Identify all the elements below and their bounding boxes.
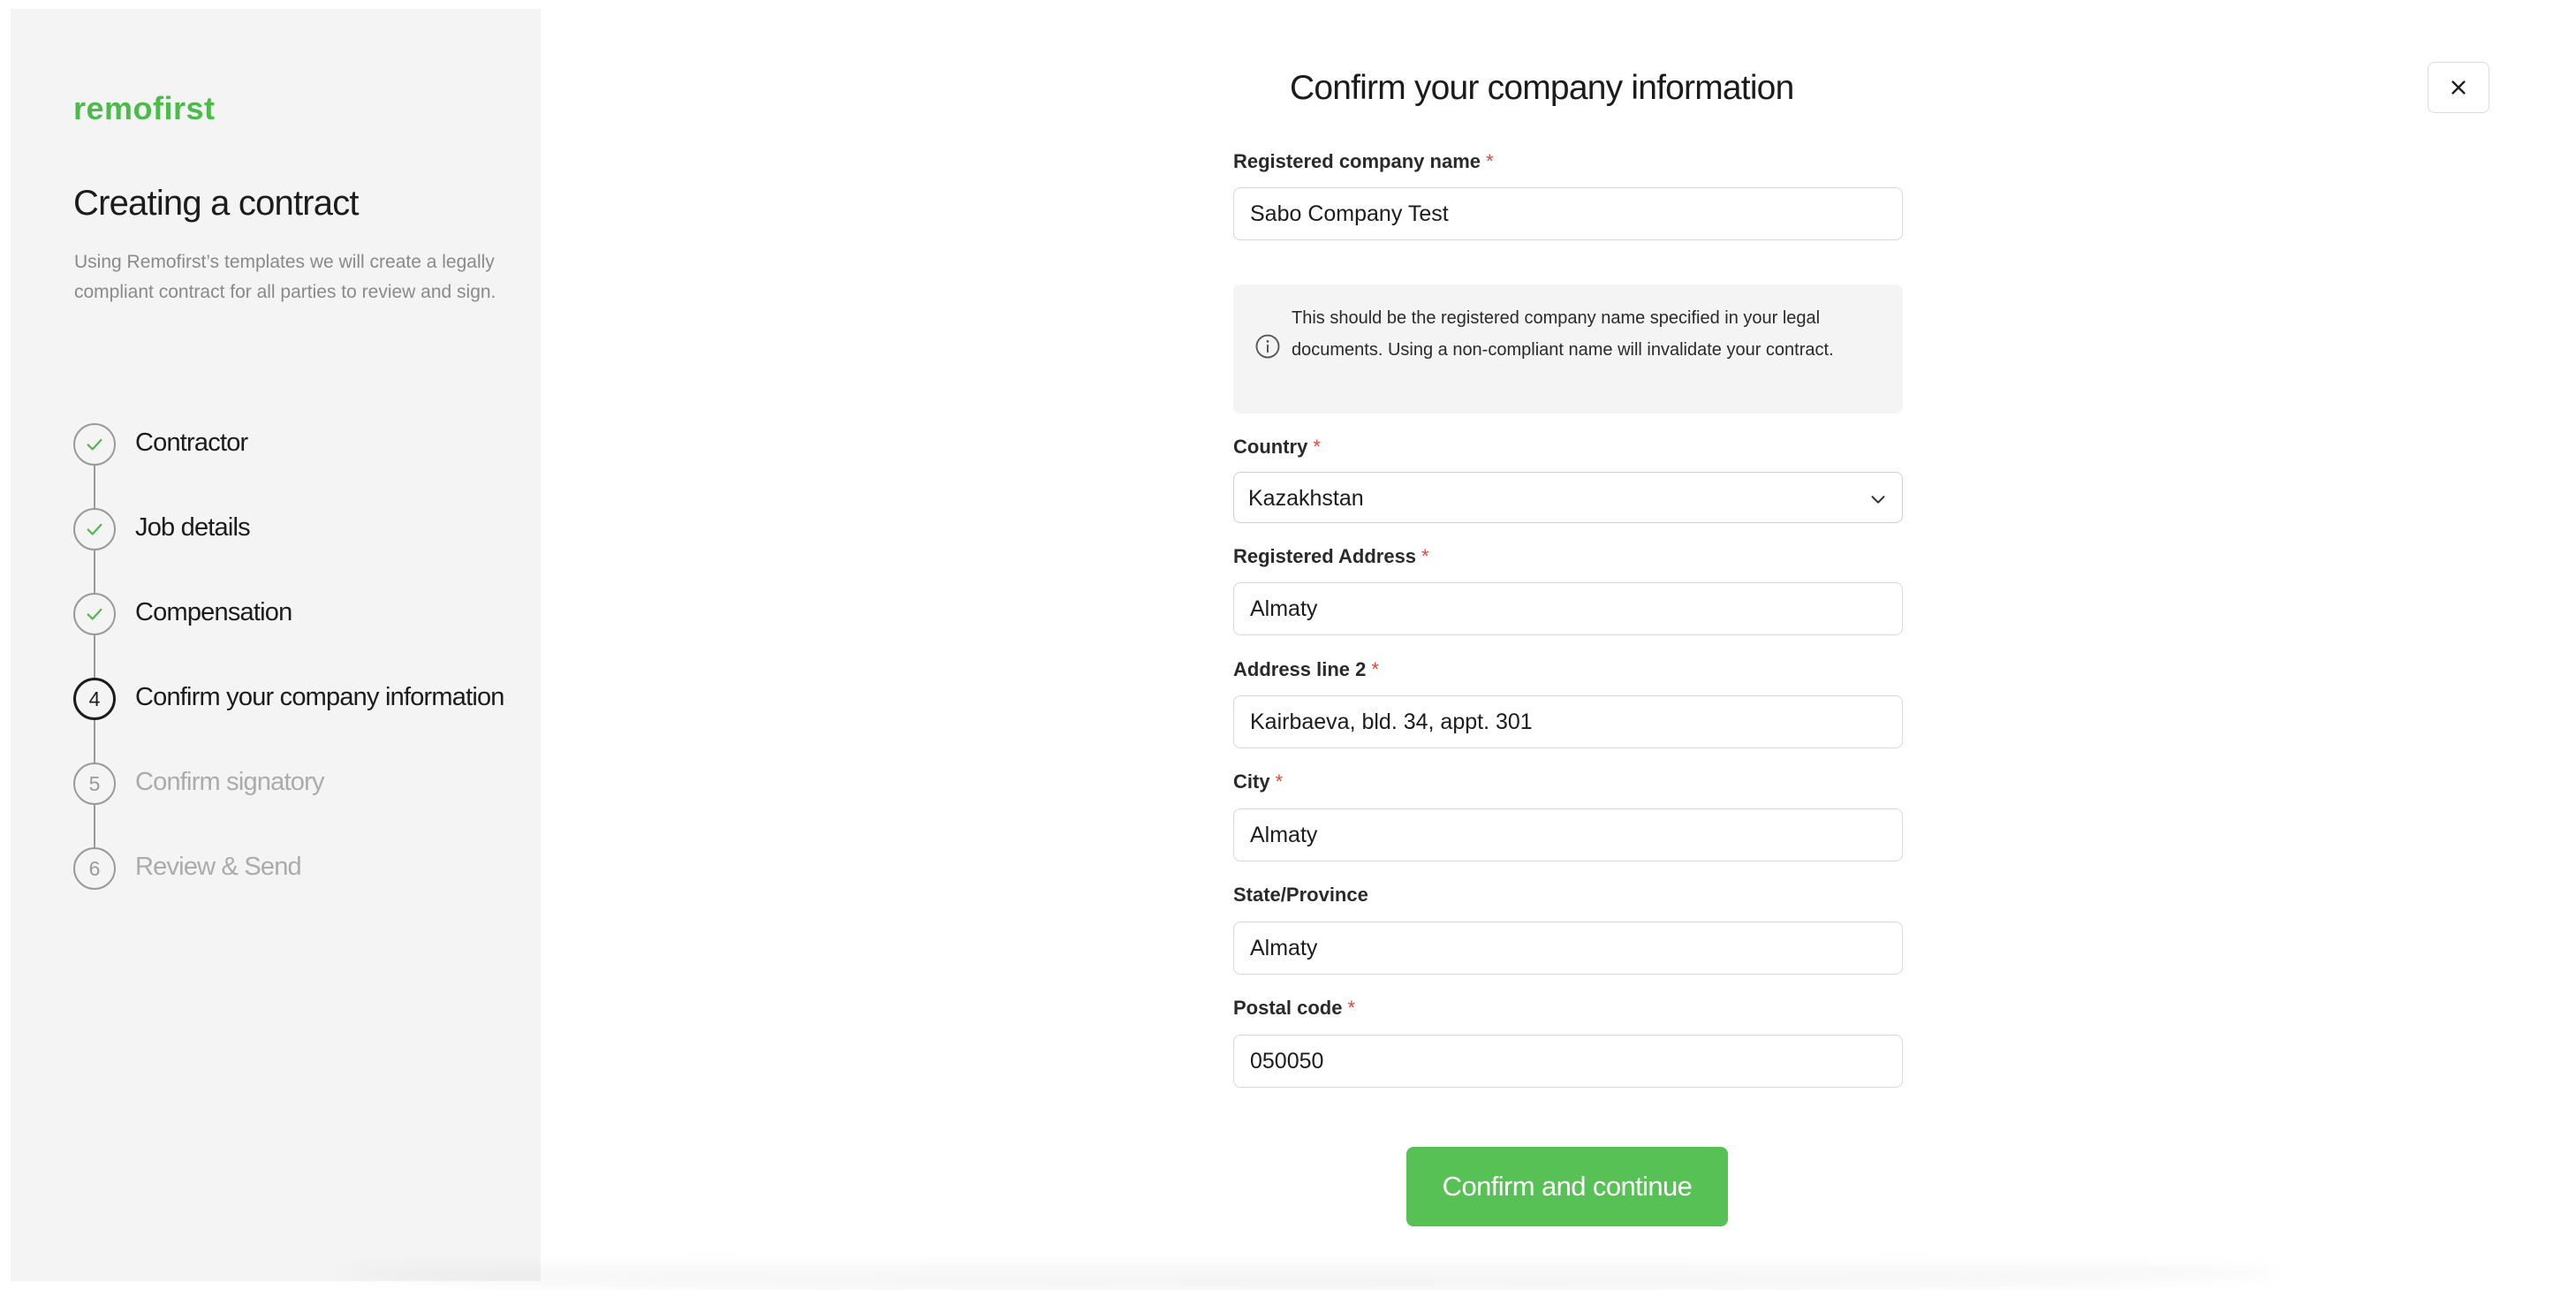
step-label: Review & Send [135, 853, 302, 881]
required-marker: * [1421, 545, 1429, 567]
close-button[interactable] [2428, 62, 2489, 113]
check-icon [73, 423, 116, 466]
state-input[interactable] [1233, 922, 1903, 975]
step-connector [94, 466, 95, 510]
required-marker: * [1485, 150, 1494, 172]
info-notice: This should be the registered company na… [1233, 285, 1903, 414]
sidebar: remofirst Creating a contract Using Remo… [11, 9, 541, 1281]
step-compensation[interactable]: Compensation [73, 593, 550, 635]
required-marker: * [1313, 436, 1321, 458]
step-label: Confirm your company information [135, 683, 504, 711]
state-label: State/Province [1233, 884, 1368, 906]
check-icon [73, 508, 116, 550]
step-connector [94, 805, 95, 849]
step-label: Job details [135, 513, 251, 542]
bottom-shadow [336, 1255, 2279, 1290]
step-label: Contractor [135, 429, 248, 457]
address-label: Registered Address * [1233, 545, 1429, 567]
step-number: 5 [73, 763, 116, 805]
info-text: This should be the registered company na… [1292, 308, 1834, 360]
step-number: 6 [73, 847, 116, 890]
city-input[interactable] [1233, 808, 1903, 861]
step-label: Confirm signatory [135, 768, 324, 796]
company-name-label: Registered company name * [1233, 150, 1494, 172]
step-number: 4 [73, 678, 116, 720]
address2-label: Address line 2 * [1233, 658, 1379, 680]
step-confirm-signatory[interactable]: 5 Confirm signatory [73, 763, 550, 805]
required-marker: * [1347, 997, 1356, 1019]
step-job-details[interactable]: Job details [73, 508, 550, 550]
sidebar-title: Creating a contract [73, 184, 360, 223]
country-label: Country * [1233, 436, 1321, 458]
city-label: City * [1233, 770, 1284, 793]
required-marker: * [1371, 658, 1379, 680]
country-select[interactable]: Kazakhstan [1233, 472, 1903, 523]
info-icon [1255, 334, 1280, 359]
country-value: Kazakhstan [1248, 486, 1364, 511]
step-review-send[interactable]: 6 Review & Send [73, 847, 550, 890]
step-connector [94, 720, 95, 764]
address2-input[interactable] [1233, 695, 1903, 748]
close-icon [2451, 80, 2466, 95]
step-confirm-company[interactable]: 4 Confirm your company information [73, 678, 550, 720]
postal-input[interactable] [1233, 1035, 1903, 1088]
address-input[interactable] [1233, 582, 1903, 635]
confirm-continue-button[interactable]: Confirm and continue [1406, 1147, 1728, 1226]
step-contractor[interactable]: Contractor [73, 423, 550, 466]
postal-label: Postal code * [1233, 997, 1356, 1019]
step-label: Compensation [135, 598, 292, 626]
check-icon [73, 593, 116, 635]
logo[interactable]: remofirst [73, 90, 216, 127]
required-marker: * [1275, 770, 1284, 793]
page-title: Confirm your company information [1290, 69, 1794, 107]
step-connector [94, 635, 95, 679]
step-connector [94, 550, 95, 595]
sidebar-description: Using Remofirst’s templates we will crea… [74, 252, 496, 302]
company-name-input[interactable] [1233, 187, 1903, 240]
chevron-down-icon [1871, 496, 1885, 504]
